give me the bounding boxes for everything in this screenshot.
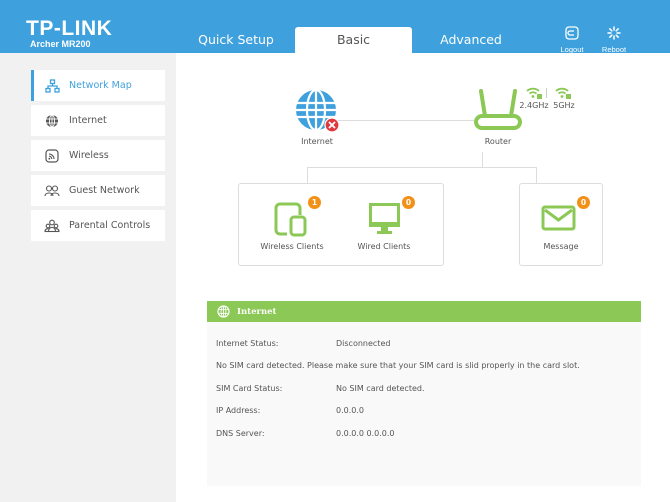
wireless-clients-node[interactable]: 1 <box>274 196 321 238</box>
clients-box <box>238 183 444 266</box>
sidebar-item-wireless[interactable]: Wireless <box>31 140 165 171</box>
router-branch-line <box>307 167 537 168</box>
panel-title: Internet <box>237 306 277 317</box>
sidebar-item-label: Wireless <box>69 150 109 161</box>
wired-clients-node[interactable]: 0 <box>368 196 415 238</box>
parental-controls-icon <box>44 218 60 234</box>
sidebar-item-label: Parental Controls <box>69 220 151 231</box>
envelope-icon <box>541 205 576 231</box>
globe-icon <box>217 305 230 318</box>
router-icon <box>474 89 522 130</box>
sidebar-item-label: Internet <box>69 115 107 126</box>
internet-status-value: Disconnected <box>336 339 391 348</box>
brand-logo: TP-LINK <box>26 17 113 40</box>
wireless-clients-label: Wireless Clients <box>260 242 324 251</box>
sim-card-status-label: SIM Card Status: <box>216 384 283 393</box>
sidebar-item-label: Guest Network <box>69 185 140 196</box>
sidebar-item-label: Network Map <box>69 80 132 91</box>
internet-status-panel: Internet Internet Status: Disconnected N… <box>207 301 641 486</box>
guest-network-icon <box>44 183 60 199</box>
network-map: Internet Router 2.4GHz 5GHz 1 Wireless C… <box>176 53 670 293</box>
wired-clients-icon <box>369 203 400 234</box>
sidebar: Network Map Internet Wireless Guest Netw… <box>0 53 176 502</box>
internet-globe-icon <box>296 88 340 133</box>
sim-card-status-value: No SIM card detected. <box>336 384 425 393</box>
message-count-badge: 0 <box>577 196 590 209</box>
tab-basic[interactable]: Basic <box>295 27 412 53</box>
internet-router-link <box>336 120 474 121</box>
tab-quick-setup[interactable]: Quick Setup <box>186 27 286 53</box>
reboot-button[interactable]: Reboot <box>594 25 634 54</box>
wired-clients-count-badge: 0 <box>402 196 415 209</box>
band-5g-label: 5GHz <box>553 101 575 110</box>
band-divider <box>546 88 547 98</box>
logout-icon <box>565 26 579 40</box>
message-label: Message <box>543 242 579 251</box>
wifi-2g-icon <box>526 87 542 99</box>
clients-branch-line <box>307 167 308 183</box>
dns-server-value: 0.0.0.0 0.0.0.0 <box>336 429 395 438</box>
model-name: Archer MR200 <box>30 39 91 49</box>
panel-header: Internet <box>207 301 641 322</box>
sidebar-item-internet[interactable]: Internet <box>31 105 165 136</box>
wireless-clients-count-badge: 1 <box>308 196 321 209</box>
ip-address-value: 0.0.0.0 <box>336 406 364 415</box>
wired-clients-label: Wired Clients <box>357 242 411 251</box>
wireless-icon <box>44 148 60 164</box>
globe-icon <box>44 113 60 129</box>
wireless-clients-icon <box>274 202 307 237</box>
reboot-icon <box>607 26 621 40</box>
ip-address-label: IP Address: <box>216 406 261 415</box>
sidebar-item-network-map[interactable]: Network Map <box>31 70 165 101</box>
internet-node[interactable] <box>294 88 340 134</box>
router-node-label: Router <box>484 137 512 146</box>
dns-server-label: DNS Server: <box>216 429 265 438</box>
internet-status-label: Internet Status: <box>216 339 279 348</box>
sim-warning-text: No SIM card detected. Please make sure t… <box>216 361 580 370</box>
wifi-5g-icon <box>555 87 571 99</box>
sidebar-item-guest-network[interactable]: Guest Network <box>31 175 165 206</box>
logout-button[interactable]: Logout <box>552 25 592 54</box>
router-node[interactable] <box>472 88 524 134</box>
router-stem-line <box>482 152 483 167</box>
sidebar-item-parental-controls[interactable]: Parental Controls <box>31 210 165 241</box>
tab-advanced[interactable]: Advanced <box>421 27 521 53</box>
message-branch-line <box>536 167 537 183</box>
internet-node-label: Internet <box>301 137 333 146</box>
header: TP-LINK Archer MR200 Quick Setup Basic A… <box>0 0 670 54</box>
band-2g-label: 2.4GHz <box>519 101 549 110</box>
network-map-icon <box>44 78 60 94</box>
message-node[interactable]: 0 <box>541 196 590 235</box>
